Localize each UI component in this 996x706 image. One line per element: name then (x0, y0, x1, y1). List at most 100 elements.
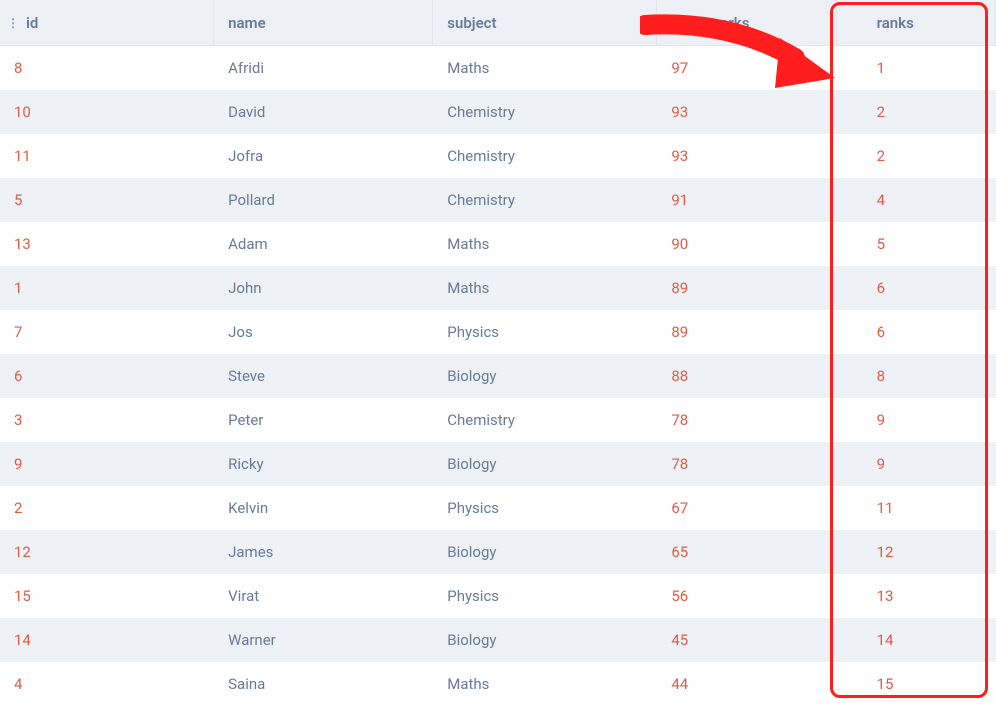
cell-name: Virat (214, 574, 433, 618)
cell-id: 3 (0, 398, 214, 442)
cell-name: David (214, 90, 433, 134)
column-header-subject[interactable]: subject (433, 0, 657, 46)
header-label: ranks (877, 14, 914, 32)
cell-name: Ricky (214, 442, 433, 486)
cell-ranks: 8 (837, 354, 996, 398)
cell-final-marks: 91 (657, 178, 836, 222)
cell-id: 1 (0, 266, 214, 310)
cell-name: Warner (214, 618, 433, 662)
cell-name: Adam (214, 222, 433, 266)
cell-ranks: 12 (837, 530, 996, 574)
cell-final-marks: 93 (657, 134, 836, 178)
column-header-name[interactable]: name (214, 0, 433, 46)
column-header-final-marks[interactable]: final_marks (657, 0, 836, 46)
cell-subject: Chemistry (433, 134, 657, 178)
cell-ranks: 13 (837, 574, 996, 618)
header-label: name (228, 14, 266, 32)
cell-id: 2 (0, 486, 214, 530)
data-table: ⋮ id name subject final_marks ranks 8Afr… (0, 0, 996, 706)
header-label: subject (447, 14, 496, 32)
table-row: 10DavidChemistry932 (0, 90, 996, 134)
cell-subject: Maths (433, 222, 657, 266)
table-row: 4SainaMaths4415 (0, 662, 996, 706)
cell-id: 5 (0, 178, 214, 222)
table-row: 11JofraChemistry932 (0, 134, 996, 178)
cell-ranks: 5 (837, 222, 996, 266)
cell-subject: Chemistry (433, 178, 657, 222)
header-label: final_marks (671, 14, 749, 32)
cell-final-marks: 89 (657, 310, 836, 354)
cell-subject: Physics (433, 310, 657, 354)
cell-id: 8 (0, 46, 214, 90)
cell-name: Pollard (214, 178, 433, 222)
cell-id: 13 (0, 222, 214, 266)
cell-ranks: 14 (837, 618, 996, 662)
cell-id: 10 (0, 90, 214, 134)
cell-subject: Maths (433, 266, 657, 310)
header-row: ⋮ id name subject final_marks ranks (0, 0, 996, 46)
table-row: 14WarnerBiology4514 (0, 618, 996, 662)
cell-id: 6 (0, 354, 214, 398)
cell-subject: Biology (433, 354, 657, 398)
cell-name: Saina (214, 662, 433, 706)
cell-final-marks: 93 (657, 90, 836, 134)
cell-ranks: 15 (837, 662, 996, 706)
cell-subject: Maths (433, 46, 657, 90)
cell-final-marks: 65 (657, 530, 836, 574)
cell-subject: Chemistry (433, 90, 657, 134)
cell-subject: Biology (433, 530, 657, 574)
table-row: 8AfridiMaths971 (0, 46, 996, 90)
cell-final-marks: 89 (657, 266, 836, 310)
cell-id: 9 (0, 442, 214, 486)
column-header-ranks[interactable]: ranks (837, 0, 996, 46)
cell-final-marks: 56 (657, 574, 836, 618)
cell-subject: Physics (433, 486, 657, 530)
cell-subject: Biology (433, 442, 657, 486)
cell-name: Jofra (214, 134, 433, 178)
table-row: 13AdamMaths905 (0, 222, 996, 266)
cell-final-marks: 44 (657, 662, 836, 706)
cell-name: James (214, 530, 433, 574)
cell-subject: Physics (433, 574, 657, 618)
cell-ranks: 6 (837, 266, 996, 310)
cell-name: John (214, 266, 433, 310)
cell-ranks: 1 (837, 46, 996, 90)
cell-ranks: 6 (837, 310, 996, 354)
header-label: id (26, 14, 38, 32)
cell-final-marks: 78 (657, 442, 836, 486)
table-row: 3PeterChemistry789 (0, 398, 996, 442)
cell-name: Kelvin (214, 486, 433, 530)
cell-id: 15 (0, 574, 214, 618)
cell-subject: Chemistry (433, 398, 657, 442)
table-row: 1JohnMaths896 (0, 266, 996, 310)
cell-name: Steve (214, 354, 433, 398)
table-row: 12JamesBiology6512 (0, 530, 996, 574)
column-menu-icon[interactable]: ⋮ (7, 17, 19, 29)
cell-final-marks: 67 (657, 486, 836, 530)
cell-ranks: 2 (837, 90, 996, 134)
cell-ranks: 4 (837, 178, 996, 222)
column-header-id[interactable]: ⋮ id (0, 0, 214, 46)
cell-id: 12 (0, 530, 214, 574)
cell-final-marks: 90 (657, 222, 836, 266)
cell-name: Jos (214, 310, 433, 354)
cell-final-marks: 45 (657, 618, 836, 662)
cell-ranks: 2 (837, 134, 996, 178)
cell-ranks: 9 (837, 398, 996, 442)
table-row: 6SteveBiology888 (0, 354, 996, 398)
table-row: 9RickyBiology789 (0, 442, 996, 486)
cell-ranks: 9 (837, 442, 996, 486)
cell-id: 11 (0, 134, 214, 178)
cell-subject: Maths (433, 662, 657, 706)
table-row: 5PollardChemistry914 (0, 178, 996, 222)
cell-id: 4 (0, 662, 214, 706)
table-row: 2KelvinPhysics6711 (0, 486, 996, 530)
cell-id: 14 (0, 618, 214, 662)
table-row: 7JosPhysics896 (0, 310, 996, 354)
cell-id: 7 (0, 310, 214, 354)
cell-final-marks: 88 (657, 354, 836, 398)
cell-ranks: 11 (837, 486, 996, 530)
table-row: 15ViratPhysics5613 (0, 574, 996, 618)
cell-name: Afridi (214, 46, 433, 90)
cell-subject: Biology (433, 618, 657, 662)
